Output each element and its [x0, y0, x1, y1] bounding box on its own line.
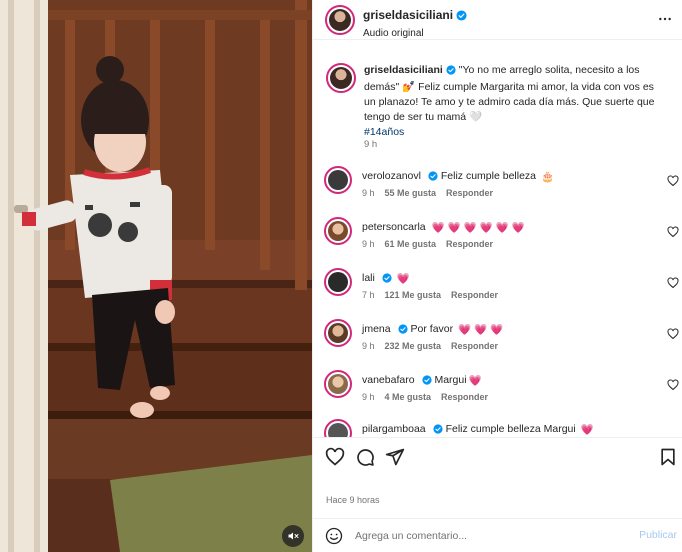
caption-hashtag[interactable]: #14años: [364, 126, 404, 138]
heart-outline-icon: [667, 175, 679, 187]
commenter-username[interactable]: lali: [362, 272, 375, 284]
comment-text: Margui: [434, 374, 467, 386]
comment-time[interactable]: 7 h: [362, 290, 375, 300]
comments-list[interactable]: griseldasiciliani "Yo no me arreglo soli…: [313, 41, 682, 437]
like-comment-button[interactable]: [667, 276, 679, 289]
caption-username[interactable]: griseldasiciliani: [364, 64, 443, 76]
publish-button[interactable]: Publicar: [639, 529, 677, 541]
more-options-button[interactable]: [657, 11, 673, 27]
reply-button[interactable]: Responder: [441, 392, 488, 402]
commenter-username[interactable]: verolozanovl: [362, 170, 421, 182]
like-comment-button[interactable]: [667, 327, 679, 340]
commenter-avatar[interactable]: [324, 370, 352, 398]
comment-emoji: 💗: [468, 375, 482, 387]
comment-item: verolozanovl Feliz cumple belleza 🎂 9 h 5…: [324, 166, 679, 206]
post-panel: griseldasiciliani Audio original griseld…: [312, 0, 682, 552]
commenter-avatar[interactable]: [324, 319, 352, 347]
comment-item: petersoncarla 💗 💗 💗 💗 💗 💗 9 h 61 Me gusta R…: [324, 217, 679, 257]
comment-button[interactable]: [355, 447, 375, 467]
commenter-avatar[interactable]: [324, 217, 352, 245]
heart-outline-icon: [667, 379, 679, 391]
comment-composer: Publicar: [313, 518, 682, 552]
comment-emoji: 💗: [396, 273, 410, 285]
volume-muted-icon: [288, 532, 299, 540]
post-actions: [313, 437, 682, 477]
comment-item: vanebafaro Margui 💗 9 h 4 Me gusta Responde…: [324, 370, 679, 410]
heart-icon: [325, 447, 345, 466]
comment-text: Feliz cumple belleza Margui: [445, 423, 576, 435]
author-avatar[interactable]: [325, 5, 355, 35]
comment-input[interactable]: [355, 526, 625, 546]
comment-time[interactable]: 9 h: [362, 239, 375, 249]
comment-likes[interactable]: 61 Me gusta: [385, 239, 437, 249]
reply-button[interactable]: Responder: [446, 188, 493, 198]
emoji-picker-button[interactable]: [325, 527, 343, 545]
comment-emoji: 💗 💗 💗 💗 💗 💗: [431, 222, 525, 234]
comment-item: lali 💗 7 h 121 Me gusta Responder: [324, 268, 679, 308]
commenter-username[interactable]: petersoncarla: [362, 221, 426, 233]
audio-label[interactable]: Audio original: [363, 28, 467, 39]
commenter-avatar[interactable]: [324, 268, 352, 296]
comment-likes[interactable]: 121 Me gusta: [385, 290, 442, 300]
comment-time[interactable]: 9 h: [362, 341, 375, 351]
share-button[interactable]: [385, 447, 405, 467]
comment-icon: [357, 449, 374, 466]
comment-emoji: 🎂: [540, 171, 555, 183]
post-header: griseldasiciliani Audio original: [313, 0, 682, 40]
reply-button[interactable]: Responder: [451, 290, 498, 300]
smiley-icon: [325, 527, 343, 545]
heart-outline-icon: [667, 226, 679, 238]
mute-button[interactable]: [282, 525, 304, 547]
comment-item: jmena Por favor 💗 💗 💗 9 h 232 Me gusta Res…: [324, 319, 679, 359]
comment-text: Por favor: [410, 323, 454, 335]
author-username[interactable]: griseldasiciliani: [363, 8, 453, 22]
comment-item: pilargamboaa Feliz cumple belleza Margui…: [324, 419, 679, 437]
post-timestamp[interactable]: Hace 9 horas: [326, 495, 380, 505]
comment-text: Feliz cumple belleza: [440, 170, 537, 182]
verified-badge-icon: [428, 171, 438, 184]
save-button[interactable]: [658, 447, 678, 467]
send-icon: [385, 448, 405, 466]
comment-likes[interactable]: 4 Me gusta: [385, 392, 432, 402]
verified-badge-icon: [421, 375, 432, 388]
reply-button[interactable]: Responder: [451, 341, 498, 351]
verified-badge-icon: [446, 65, 456, 80]
comment-time[interactable]: 9 h: [362, 392, 375, 402]
like-comment-button[interactable]: [667, 378, 679, 391]
heart-outline-icon: [667, 277, 679, 289]
commenter-avatar[interactable]: [324, 419, 352, 437]
reply-button[interactable]: Responder: [446, 239, 493, 249]
video-frame: [0, 0, 312, 552]
like-comment-button[interactable]: [667, 225, 679, 238]
heart-outline-icon: [667, 328, 679, 340]
post-video[interactable]: [0, 0, 312, 552]
caption-time[interactable]: 9 h: [364, 139, 377, 150]
comment-likes[interactable]: 55 Me gusta: [385, 188, 437, 198]
comment-likes[interactable]: 232 Me gusta: [385, 341, 442, 351]
commenter-username[interactable]: jmena: [362, 323, 391, 335]
verified-badge-icon: [398, 324, 408, 337]
verified-badge-icon: [382, 273, 392, 286]
more-horizontal-icon: [659, 17, 671, 21]
caption-avatar[interactable]: [326, 63, 356, 93]
verified-badge-icon: [456, 8, 467, 26]
commenter-avatar[interactable]: [324, 166, 352, 194]
verified-badge-icon: [433, 424, 443, 437]
commenter-username[interactable]: pilargamboaa: [362, 423, 426, 435]
bookmark-icon: [661, 448, 675, 466]
like-comment-button[interactable]: [667, 174, 679, 187]
like-button[interactable]: [325, 447, 345, 467]
commenter-username[interactable]: vanebafaro: [362, 374, 415, 386]
comment-emoji: 💗 💗 💗: [458, 324, 504, 336]
comment-emoji: 💗: [580, 424, 594, 436]
comment-time[interactable]: 9 h: [362, 188, 375, 198]
